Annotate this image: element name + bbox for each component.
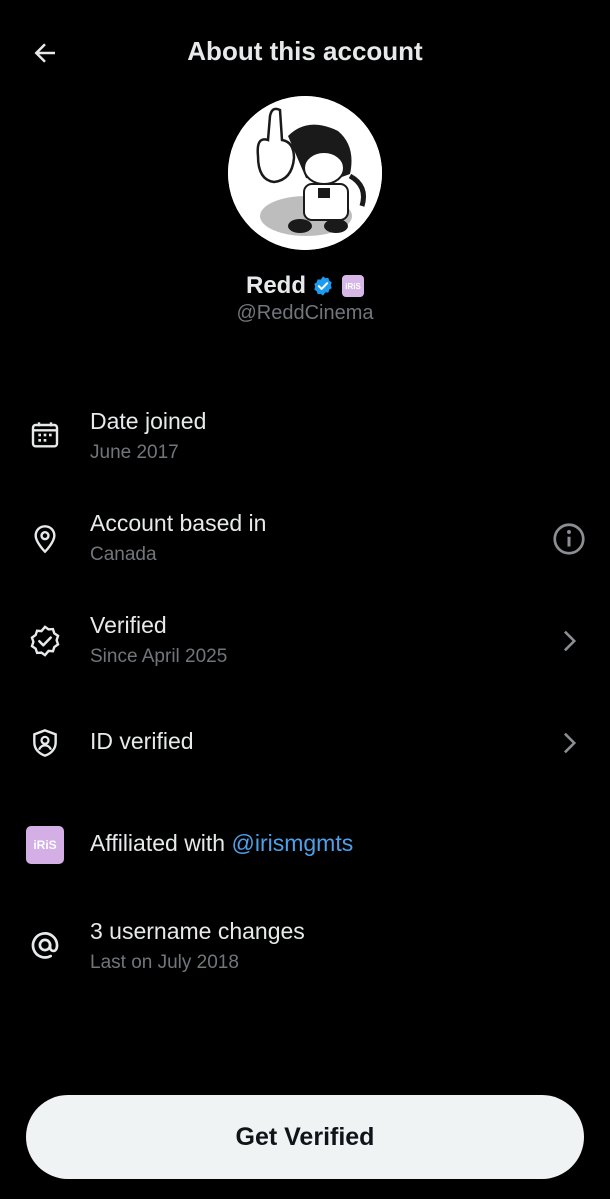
affiliate-logo-wrap: iRiS xyxy=(24,824,66,866)
info-icon[interactable] xyxy=(548,518,590,560)
chevron-right-icon[interactable] xyxy=(548,722,590,764)
location-pin-icon xyxy=(24,518,66,560)
detail-label: Date joined xyxy=(90,408,207,434)
affiliated-prefix: Affiliated with xyxy=(90,830,226,856)
detail-account-based-in[interactable]: Account based in Canada xyxy=(0,500,610,590)
detail-label: ID verified xyxy=(90,728,194,754)
chevron-right-icon[interactable] xyxy=(548,620,590,662)
verified-badge-outline-icon xyxy=(24,620,66,662)
affiliate-logo-text: iRiS xyxy=(33,838,57,852)
calendar-icon xyxy=(24,414,66,456)
detail-sub: Since April 2025 xyxy=(90,646,228,667)
detail-label: Account based in xyxy=(90,510,267,536)
detail-sub: Last on July 2018 xyxy=(90,952,239,973)
detail-verified[interactable]: Verified Since April 2025 xyxy=(0,602,610,692)
page-title: About this account xyxy=(187,36,423,66)
id-shield-icon xyxy=(24,722,66,764)
detail-username-changes: 3 username changes Last on July 2018 xyxy=(0,910,610,1000)
top-bar: About this account xyxy=(0,0,610,104)
detail-sub: Canada xyxy=(90,544,157,565)
verified-badge-icon[interactable] xyxy=(312,275,334,297)
profile-name: Redd xyxy=(246,272,306,299)
profile-handle: @ReddCinema xyxy=(236,302,374,324)
detail-date-joined: Date joined June 2017 xyxy=(0,398,610,488)
detail-label: Verified xyxy=(90,612,167,638)
detail-id-verified[interactable]: ID verified xyxy=(0,700,610,790)
affiliate-badge-icon[interactable]: iRiS xyxy=(342,275,364,297)
profile-name-row: Redd iRiS xyxy=(0,272,610,300)
avatar[interactable] xyxy=(228,96,382,250)
detail-sub: June 2017 xyxy=(90,442,179,463)
detail-label: 3 username changes xyxy=(90,918,305,944)
get-verified-button[interactable]: Get Verified xyxy=(26,1095,584,1179)
detail-label: Affiliated with @irismgmts xyxy=(90,830,353,857)
detail-affiliated: iRiS Affiliated with @irismgmts xyxy=(0,802,610,892)
avatar-illustration xyxy=(228,96,382,250)
at-sign-icon xyxy=(24,924,66,966)
affiliate-logo-icon[interactable]: iRiS xyxy=(26,826,64,864)
affiliate-link[interactable]: @irismgmts xyxy=(231,830,353,856)
